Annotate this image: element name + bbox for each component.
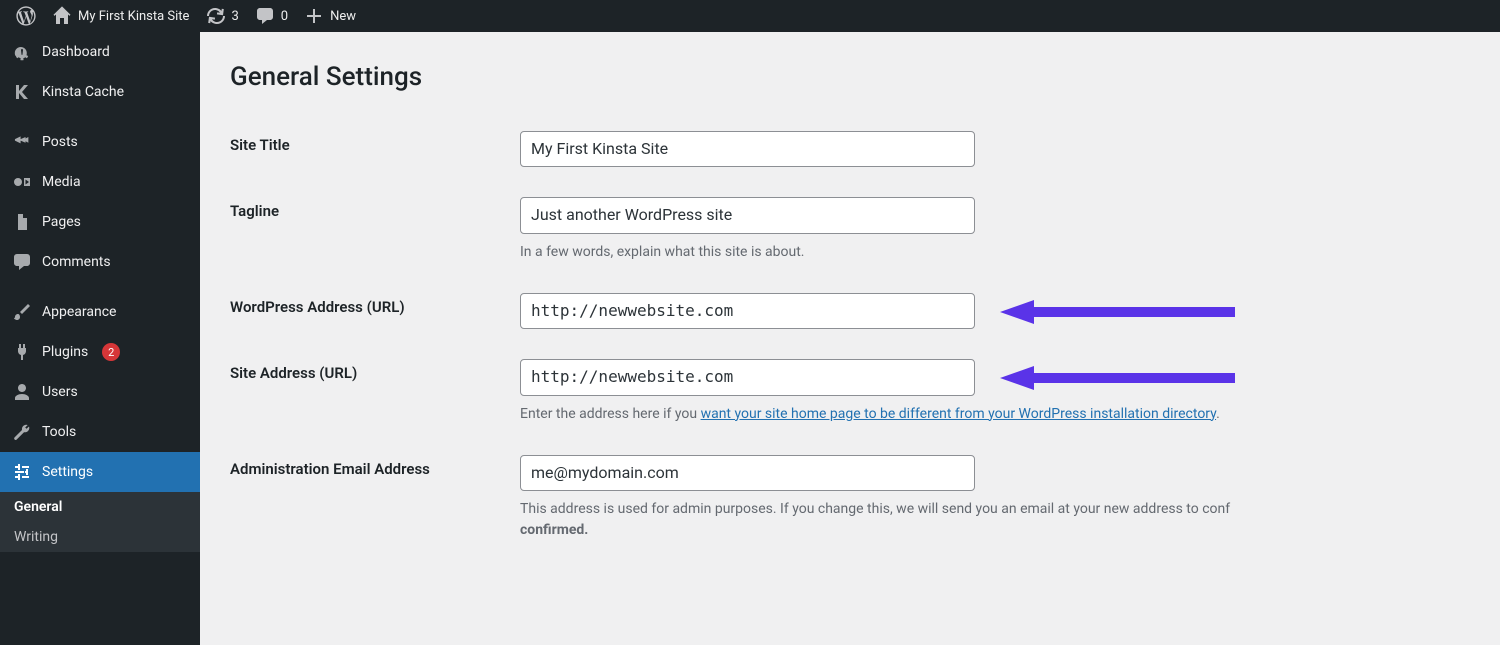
wordpress-icon	[16, 6, 36, 26]
wp-address-input[interactable]	[520, 293, 975, 329]
page-title: General Settings	[230, 62, 1470, 92]
refresh-icon	[205, 6, 225, 26]
plugins-count-badge: 2	[102, 343, 120, 361]
general-settings-form: Site Title Tagline In a few words, expla…	[230, 116, 1470, 556]
user-icon	[12, 382, 32, 402]
comment-icon	[12, 252, 32, 272]
tagline-description: In a few words, explain what this site i…	[520, 242, 1460, 263]
sidebar-item-label: Users	[42, 384, 78, 400]
brush-icon	[12, 302, 32, 322]
wp-logo[interactable]	[8, 0, 44, 32]
sidebar-item-plugins[interactable]: Plugins 2	[0, 332, 200, 372]
sidebar-item-label: Pages	[42, 214, 81, 230]
sidebar-item-dashboard[interactable]: Dashboard	[0, 32, 200, 72]
site-link[interactable]: My First Kinsta Site	[44, 0, 197, 32]
sidebar-item-posts[interactable]: Posts	[0, 122, 200, 162]
media-icon	[12, 172, 32, 192]
page-icon	[12, 212, 32, 232]
updates-count: 3	[231, 9, 238, 24]
menu-separator	[0, 282, 200, 292]
sidebar-item-label: Kinsta Cache	[42, 84, 124, 100]
admin-email-input[interactable]	[520, 455, 975, 491]
site-title-input[interactable]	[520, 131, 975, 167]
sidebar-item-label: Dashboard	[42, 44, 110, 60]
sidebar-item-pages[interactable]: Pages	[0, 202, 200, 242]
wp-address-label: WordPress Address (URL)	[230, 278, 520, 344]
admin-email-description: This address is used for admin purposes.…	[520, 499, 1460, 541]
sidebar-item-settings[interactable]: Settings	[0, 452, 200, 492]
sidebar-item-comments[interactable]: Comments	[0, 242, 200, 282]
sidebar-item-tools[interactable]: Tools	[0, 412, 200, 452]
main-content: General Settings Site Title Tagline In a…	[200, 32, 1500, 645]
sliders-icon	[12, 462, 32, 482]
site-address-label: Site Address (URL)	[230, 344, 520, 439]
sidebar-item-media[interactable]: Media	[0, 162, 200, 202]
submenu-item-general[interactable]: General	[0, 492, 200, 522]
new-label: New	[330, 9, 356, 24]
sidebar-item-kinsta-cache[interactable]: Kinsta Cache	[0, 72, 200, 112]
settings-submenu: General Writing	[0, 492, 200, 552]
comments-count: 0	[281, 9, 288, 24]
site-address-description: Enter the address here if you want your …	[520, 404, 1460, 425]
tagline-label: Tagline	[230, 182, 520, 277]
home-icon	[52, 6, 72, 26]
plug-icon	[12, 342, 32, 362]
comments-link[interactable]: 0	[247, 0, 296, 32]
tagline-input[interactable]	[520, 197, 975, 233]
sidebar-item-label: Comments	[42, 254, 111, 270]
sidebar-item-label: Settings	[42, 464, 93, 480]
sidebar-item-label: Plugins	[42, 344, 88, 360]
submenu-item-writing[interactable]: Writing	[0, 522, 200, 552]
sidebar-item-label: Appearance	[42, 304, 116, 320]
pin-icon	[12, 132, 32, 152]
site-address-input[interactable]	[520, 359, 975, 395]
site-name: My First Kinsta Site	[78, 9, 189, 24]
sidebar-item-appearance[interactable]: Appearance	[0, 292, 200, 332]
comment-bubble-icon	[255, 6, 275, 26]
site-address-help-link[interactable]: want your site home page to be different…	[701, 406, 1217, 422]
annotation-arrow	[1000, 366, 1235, 390]
gauge-icon	[12, 42, 32, 62]
admin-sidebar: Dashboard Kinsta Cache Posts Media Pages…	[0, 32, 200, 645]
menu-separator	[0, 112, 200, 122]
kinsta-icon	[12, 82, 32, 102]
updates-link[interactable]: 3	[197, 0, 246, 32]
sidebar-item-label: Tools	[42, 424, 76, 440]
admin-email-label: Administration Email Address	[230, 440, 520, 556]
admin-bar: My First Kinsta Site 3 0 New	[0, 0, 1500, 32]
sidebar-item-label: Posts	[42, 134, 78, 150]
annotation-arrow	[1000, 300, 1235, 324]
sidebar-item-users[interactable]: Users	[0, 372, 200, 412]
wrench-icon	[12, 422, 32, 442]
new-content-link[interactable]: New	[296, 0, 364, 32]
plus-icon	[304, 6, 324, 26]
site-title-label: Site Title	[230, 116, 520, 182]
sidebar-item-label: Media	[42, 174, 81, 190]
